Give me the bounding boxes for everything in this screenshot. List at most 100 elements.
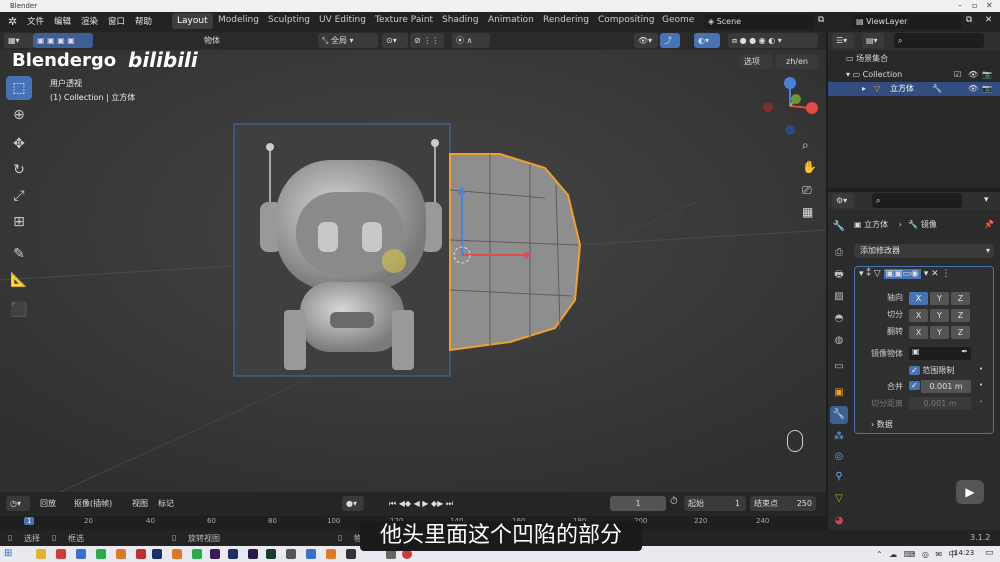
clip-checkbox[interactable]: ✓ 范围限制: [909, 365, 954, 376]
camera-icon[interactable]: 📷: [982, 82, 992, 96]
start-frame-field[interactable]: 起始 1: [684, 496, 746, 511]
scale-tool-icon[interactable]: ⤢: [6, 184, 32, 208]
playback-controls[interactable]: ⏮ ◀◆ ◀ ▶ ◆▶ ⏭: [376, 496, 466, 511]
scene-copy-icon[interactable]: ⧉: [818, 15, 824, 25]
overlay-toggle-icon[interactable]: ◐▾: [694, 33, 720, 48]
app-icon[interactable]: [326, 549, 336, 559]
app-icon[interactable]: [76, 549, 86, 559]
rotate-tool-icon[interactable]: ↻: [6, 158, 32, 182]
tab-geometry[interactable]: Geometr: [662, 15, 694, 25]
3d-viewport[interactable]: Blendergo bilibili 用户透视 (1) Collection |…: [0, 50, 826, 492]
pin-icon[interactable]: 📌: [984, 218, 994, 232]
app-icon[interactable]: [228, 549, 238, 559]
tab-uv-editing[interactable]: UV Editing: [319, 15, 366, 25]
bisect-y-toggle[interactable]: Y: [930, 309, 949, 322]
app-icon[interactable]: [346, 549, 356, 559]
tab-rendering[interactable]: Rendering: [543, 15, 589, 25]
language-toggle-button[interactable]: zh/en: [776, 54, 818, 69]
visibility-icon[interactable]: 👁▾: [634, 33, 658, 48]
app-icon[interactable]: [172, 549, 182, 559]
scene-selector[interactable]: ◈ Scene: [704, 14, 814, 29]
display-mode-icon[interactable]: ▤▾: [862, 33, 884, 48]
menu-object[interactable]: 物体: [200, 33, 224, 48]
grid-view-icon[interactable]: ▦: [802, 205, 813, 219]
tab-animation[interactable]: Animation: [488, 15, 534, 25]
notification-icon[interactable]: ▭: [985, 548, 994, 558]
data-subpanel[interactable]: › 数据: [871, 419, 893, 430]
menu-keying[interactable]: 抠像(插帧): [70, 496, 116, 511]
modifier-header-icons[interactable]: ▾ ⁑ ▽ ▣▣▭◉ ▾ ✕ ⋮: [859, 269, 951, 279]
tool-tab-icon[interactable]: 🔧: [830, 218, 848, 236]
properties-type-icon[interactable]: ⚙▾: [832, 193, 854, 208]
eye-icon[interactable]: 👁: [968, 82, 978, 96]
render-tab-icon[interactable]: ⎙: [830, 244, 848, 262]
editor-type-button[interactable]: ▦▾: [4, 33, 34, 48]
flip-z-toggle[interactable]: Z: [951, 326, 970, 339]
tab-modeling[interactable]: Modeling: [218, 15, 259, 25]
tab-shading[interactable]: Shading: [442, 15, 479, 25]
keyframe-dot-icon[interactable]: •: [979, 398, 983, 406]
constraints-tab-icon[interactable]: ⚲: [830, 468, 848, 486]
snap-icon[interactable]: ⊘ ⋮⋮: [410, 33, 444, 48]
record-icon[interactable]: ●▾: [342, 496, 364, 511]
close-icon[interactable]: ✕: [986, 0, 993, 12]
proportional-edit-icon[interactable]: ⦿ ∧: [452, 33, 490, 48]
camera-icon[interactable]: 📷: [982, 68, 992, 82]
keyframe-dot-icon[interactable]: •: [979, 365, 983, 373]
current-frame-field[interactable]: 1: [610, 496, 666, 511]
tray-icons[interactable]: ⌃ ☁ ⌨ ◎ ✉ 中: [876, 549, 959, 560]
keyframe-dot-icon[interactable]: •: [979, 381, 983, 389]
windows-start-icon[interactable]: ⊞: [4, 548, 12, 559]
mirror-object-field[interactable]: ▣ ✒: [909, 347, 971, 360]
annotate-tool-icon[interactable]: ✎: [6, 242, 32, 266]
menu-help[interactable]: 帮助: [135, 15, 152, 27]
add-modifier-dropdown[interactable]: 添加修改器 ▾: [854, 244, 994, 258]
viewlayer-selector[interactable]: ▤ ViewLayer: [852, 14, 962, 29]
merge-checkbox[interactable]: ✓: [909, 381, 920, 390]
outliner-search-input[interactable]: ⌕: [894, 33, 984, 48]
axis-y-toggle[interactable]: Y: [930, 292, 949, 305]
outliner-type-icon[interactable]: ☰▾: [832, 33, 854, 48]
move-tool-icon[interactable]: ✥: [6, 132, 32, 156]
app-icon[interactable]: [306, 549, 316, 559]
tab-sculpting[interactable]: Sculpting: [268, 15, 310, 25]
bisect-distance-field[interactable]: 0.001 m: [909, 397, 971, 410]
merge-distance-field[interactable]: 0.001 m: [921, 380, 971, 393]
timeline-editor-type-icon[interactable]: ◷▾: [6, 496, 30, 511]
transform-tool-icon[interactable]: ⊞: [6, 210, 32, 234]
tree-scene-collection[interactable]: ▭ 场景集合: [846, 52, 1000, 66]
menu-playback[interactable]: 回放: [36, 496, 60, 511]
maximize-icon[interactable]: ▫: [972, 0, 977, 12]
particles-tab-icon[interactable]: ⁂: [830, 428, 848, 446]
app-icon[interactable]: [266, 549, 276, 559]
gizmo-toggle-icon[interactable]: ⤴: [660, 33, 680, 48]
wechat-icon[interactable]: [192, 549, 202, 559]
end-frame-field[interactable]: 结束点 250: [750, 496, 816, 511]
tab-compositing[interactable]: Compositing: [598, 15, 654, 25]
app-icon[interactable]: [210, 549, 220, 559]
material-tab-icon[interactable]: ◕: [830, 512, 848, 530]
viewlayer-remove-icon[interactable]: ✕: [985, 15, 992, 25]
app-icon[interactable]: [136, 549, 146, 559]
physics-tab-icon[interactable]: ◎: [830, 448, 848, 466]
flip-y-toggle[interactable]: Y: [930, 326, 949, 339]
minimize-icon[interactable]: –: [958, 0, 962, 12]
chrome-icon[interactable]: [116, 549, 126, 559]
data-tab-icon[interactable]: ▽: [830, 490, 848, 508]
scene-tab-icon[interactable]: ◓: [830, 310, 848, 328]
select-options-button[interactable]: 选项: [740, 54, 772, 69]
properties-search-input[interactable]: ⌕: [872, 193, 962, 208]
cursor-tool-icon[interactable]: ⊕: [6, 103, 32, 127]
folder-icon[interactable]: [36, 549, 46, 559]
view-layer-tab-icon[interactable]: ▨: [830, 288, 848, 306]
chevron-down-icon[interactable]: ▾: [984, 195, 989, 205]
collection-tab-icon[interactable]: ▭: [830, 358, 848, 376]
bisect-x-toggle[interactable]: X: [909, 309, 928, 322]
tree-collection[interactable]: ▾ ▭ Collection ☑ 👁 📷: [846, 68, 1000, 82]
zoom-icon[interactable]: ⌕: [802, 138, 809, 153]
object-tab-icon[interactable]: ▣: [830, 384, 848, 402]
tree-object-cube[interactable]: ▸ ▽ 立方体 🔧 👁 📷: [828, 82, 1000, 96]
axis-x-toggle[interactable]: X: [909, 292, 928, 305]
checkbox-icon[interactable]: ☑: [954, 68, 961, 82]
flip-x-toggle[interactable]: X: [909, 326, 928, 339]
